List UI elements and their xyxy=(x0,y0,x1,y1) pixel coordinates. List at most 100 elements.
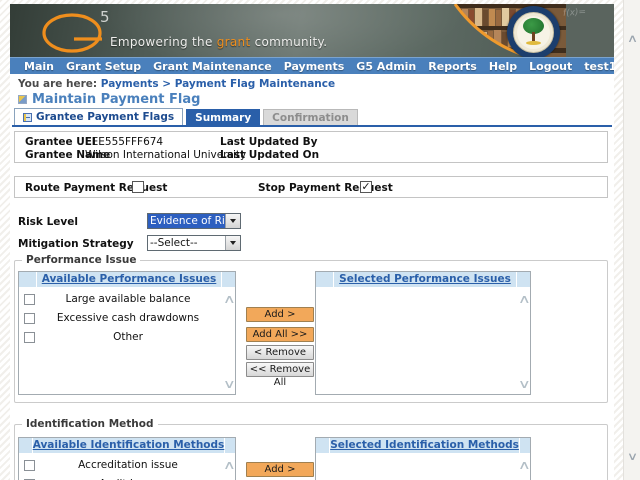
item-checkbox[interactable] xyxy=(24,313,35,324)
route-payment-label: Route Payment Request xyxy=(25,182,167,194)
item-label: Other xyxy=(36,329,220,346)
last-updated-by-label: Last Updated By xyxy=(220,136,318,148)
perf-remove-all-button[interactable]: << Remove All xyxy=(246,362,314,377)
selected-performance-issues-list: Selected Performance Issues ∧ ∨ xyxy=(315,271,531,395)
header-spacer xyxy=(19,438,32,453)
nav-item[interactable]: G5 Admin xyxy=(356,60,416,73)
g5-logo xyxy=(34,7,134,57)
seal-trunk xyxy=(532,32,535,41)
nav-item[interactable]: Reports xyxy=(428,60,477,73)
scroll-down-icon[interactable]: ∨ xyxy=(518,377,531,391)
list-item: Large available balance xyxy=(19,291,235,310)
nav-item[interactable]: Grant Setup xyxy=(66,60,141,73)
dropdown-arrow-icon[interactable] xyxy=(225,214,240,228)
header-spacer xyxy=(225,438,235,453)
mitigation-strategy-select[interactable]: --Select-- xyxy=(147,235,241,251)
payment-flags-box: Route Payment Request Stop Payment Reque… xyxy=(14,176,608,198)
list-header: Selected Performance Issues xyxy=(316,272,530,287)
nav-item[interactable]: Logout xyxy=(529,60,572,73)
header-spacer xyxy=(222,272,235,287)
perf-add-button[interactable]: Add > xyxy=(246,307,314,322)
selected-performance-issues-header[interactable]: Selected Performance Issues xyxy=(334,272,516,287)
stop-payment-label: Stop Payment Request xyxy=(258,182,393,194)
page-title: Maintain Payment Flag xyxy=(32,92,200,107)
perf-add-all-button[interactable]: Add All >> xyxy=(246,327,314,342)
stop-payment-checkbox[interactable]: ✓ xyxy=(360,181,372,193)
item-checkbox[interactable] xyxy=(24,332,35,343)
breadcrumb-prefix: You are here: xyxy=(18,78,97,90)
header-spacer xyxy=(520,438,530,453)
scroll-down-icon[interactable]: ∨ xyxy=(223,377,236,391)
list-header: Available Performance Issues xyxy=(19,272,235,287)
scrollbar-down-icon[interactable]: ∨ xyxy=(621,450,640,463)
tab-label: Grantee Payment Flags xyxy=(36,111,174,123)
perf-remove-button[interactable]: < Remove xyxy=(246,345,314,360)
scroll-up-icon[interactable]: ∧ xyxy=(223,292,236,306)
last-updated-on-label: Last Updated On xyxy=(220,149,319,161)
route-payment-checkbox[interactable] xyxy=(132,181,144,193)
dropdown-arrow-icon[interactable] xyxy=(225,236,240,250)
tab-collapse-icon xyxy=(23,113,32,122)
tab-label: Summary xyxy=(195,112,251,124)
item-label: Audit Issue xyxy=(36,476,220,480)
tab-grantee-payment-flags[interactable]: Grantee Payment Flags xyxy=(14,108,183,125)
item-label: Excessive cash drawdowns xyxy=(36,310,220,327)
grantee-info-box: Grantee UEI EEE555FFF674 Last Updated By… xyxy=(14,131,608,163)
list-item: Accreditation issue xyxy=(19,457,235,476)
header-spacer xyxy=(19,272,36,287)
identification-method-group: Identification Method Available Identifi… xyxy=(14,424,608,480)
nav-item[interactable]: Payments xyxy=(284,60,345,73)
banner: f(x)= 5 Empowering the grant community. xyxy=(10,4,614,57)
tab-bar: Grantee Payment Flags Summary Confirmati… xyxy=(12,110,612,127)
breadcrumb-path[interactable]: Payments > Payment Flag Maintenance xyxy=(101,78,335,90)
header-spacer xyxy=(316,272,333,287)
content-frame: f(x)= 5 Empowering the grant community. … xyxy=(10,4,614,480)
scroll-up-icon[interactable]: ∧ xyxy=(518,292,531,306)
nav-item[interactable]: Main xyxy=(24,60,54,73)
vertical-scrollbar[interactable]: ∧ ∨ xyxy=(623,0,640,480)
available-performance-issues-list: Available Performance Issues Large avail… xyxy=(18,271,236,395)
available-identification-methods-list: Available Identification Methods Accredi… xyxy=(18,437,236,480)
scroll-up-icon[interactable]: ∧ xyxy=(223,458,236,472)
list-item: Excessive cash drawdowns xyxy=(19,310,235,329)
item-label: Large available balance xyxy=(36,291,220,308)
tab-summary[interactable]: Summary xyxy=(186,109,260,125)
performance-issue-group: Performance Issue Available Performance … xyxy=(14,260,608,403)
page-title-icon xyxy=(18,95,27,104)
page-title-row: Maintain Payment Flag xyxy=(18,92,200,107)
risk-level-label: Risk Level xyxy=(18,216,78,228)
nav-item[interactable]: test1 xyxy=(584,60,614,73)
ident-add-button[interactable]: Add > xyxy=(246,462,314,477)
list-item: Other xyxy=(19,329,235,348)
risk-level-value: Evidence of Risk xyxy=(148,214,225,228)
checkmark-icon: ✓ xyxy=(361,180,370,193)
available-identification-methods-header[interactable]: Available Identification Methods xyxy=(33,438,225,453)
identification-method-legend: Identification Method xyxy=(22,418,158,430)
list-item: Audit Issue xyxy=(19,476,235,480)
item-checkbox[interactable] xyxy=(24,294,35,305)
item-checkbox[interactable] xyxy=(24,460,35,471)
chalkboard-writing: f(x)= xyxy=(563,7,587,19)
performance-issue-legend: Performance Issue xyxy=(22,254,140,266)
mitigation-strategy-label: Mitigation Strategy xyxy=(18,238,134,250)
header-spacer xyxy=(517,272,530,287)
nav-item[interactable]: Help xyxy=(489,60,517,73)
available-performance-issues-header[interactable]: Available Performance Issues xyxy=(37,272,221,287)
grantee-uei-value: EEE555FFF674 xyxy=(85,136,163,148)
scrollbar-up-icon[interactable]: ∧ xyxy=(621,32,640,45)
scroll-up-icon[interactable]: ∧ xyxy=(518,458,531,472)
list-header: Available Identification Methods xyxy=(19,438,235,453)
selected-identification-methods-list: Selected Identification Methods ∧ ∨ xyxy=(315,437,531,480)
selected-identification-methods-header[interactable]: Selected Identification Methods xyxy=(330,438,519,453)
header-spacer xyxy=(316,438,329,453)
tab-label: Confirmation xyxy=(272,112,349,124)
breadcrumb: You are here: Payments > Payment Flag Ma… xyxy=(18,78,335,90)
seal-base xyxy=(526,41,541,45)
list-header: Selected Identification Methods xyxy=(316,438,530,453)
nav-item[interactable]: Grant Maintenance xyxy=(153,60,272,73)
risk-level-select[interactable]: Evidence of Risk xyxy=(147,213,241,229)
tagline: Empowering the grant community. xyxy=(110,35,327,49)
tab-confirmation: Confirmation xyxy=(263,109,358,125)
education-seal-icon xyxy=(507,6,560,57)
mitigation-strategy-value: --Select-- xyxy=(148,236,225,250)
